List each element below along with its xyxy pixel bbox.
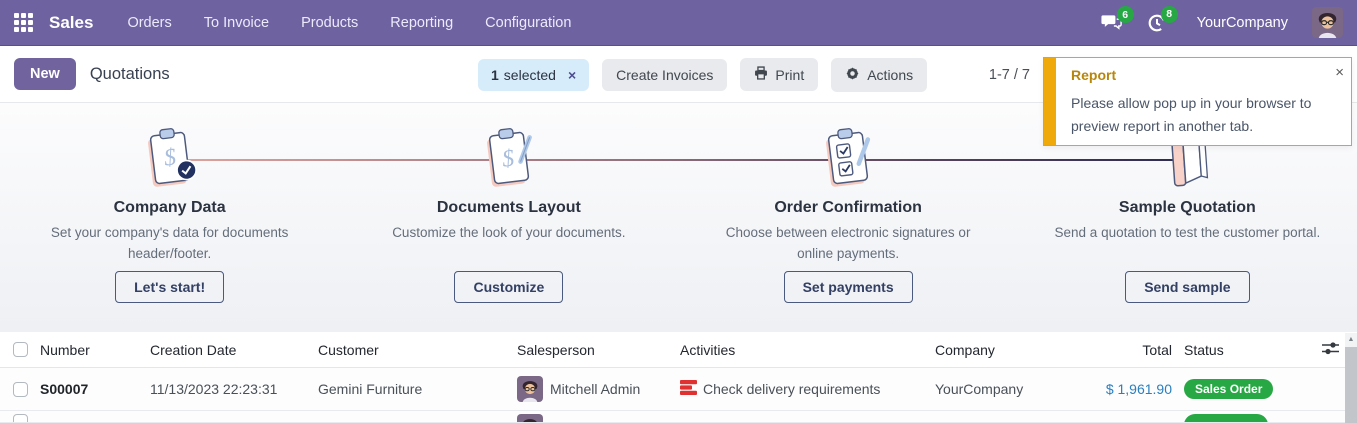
scrollbar-thumb[interactable] xyxy=(1345,347,1357,423)
nav-item-configuration[interactable]: Configuration xyxy=(485,15,571,31)
step-description: Choose between electronic signatures or … xyxy=(712,223,984,265)
cell-number: S00007 xyxy=(40,381,150,397)
vertical-scrollbar[interactable]: ▲ xyxy=(1345,333,1357,423)
user-avatar[interactable] xyxy=(1312,7,1343,38)
set-payments-button[interactable]: Set payments xyxy=(784,271,913,303)
column-header-activities[interactable]: Activities xyxy=(680,342,935,358)
optional-columns-icon[interactable] xyxy=(1322,341,1339,359)
cell-salesperson: Mitchell Admin xyxy=(550,381,640,397)
activities-clock-icon[interactable]: 8 xyxy=(1147,13,1167,33)
new-button[interactable]: New xyxy=(14,58,76,90)
status-badge: Sales Order xyxy=(1184,379,1273,399)
actions-button[interactable]: Actions xyxy=(831,58,927,92)
column-header-total[interactable]: Total xyxy=(1100,342,1172,358)
step-title: Sample Quotation xyxy=(1119,199,1256,217)
column-header-creation-date[interactable]: Creation Date xyxy=(150,342,318,358)
clipboard-dollar-pencil-icon: $ xyxy=(479,125,539,191)
status-badge xyxy=(1184,414,1268,423)
column-header-customer[interactable]: Customer xyxy=(318,342,517,358)
step-description: Set your company's data for documents he… xyxy=(34,223,306,265)
row-checkbox[interactable] xyxy=(13,414,28,423)
step-description: Customize the look of your documents. xyxy=(392,223,625,265)
app-name-sales[interactable]: Sales xyxy=(49,13,93,33)
onboarding-progress-line xyxy=(165,159,1190,161)
top-navbar: Sales Orders To Invoice Products Reporti… xyxy=(0,0,1357,46)
customize-button[interactable]: Customize xyxy=(454,271,563,303)
onboarding-step-order-confirmation: Order Confirmation Choose between electr… xyxy=(679,103,1018,332)
send-sample-button[interactable]: Send sample xyxy=(1125,271,1249,303)
step-title: Order Confirmation xyxy=(774,199,922,217)
create-invoices-label: Create Invoices xyxy=(616,67,713,83)
activity-list-icon[interactable] xyxy=(680,380,697,398)
table-row-s00007[interactable]: S00007 11/13/2023 22:23:31 Gemini Furnit… xyxy=(0,368,1357,411)
clipboard-dollar-check-icon: $ xyxy=(140,125,200,191)
nav-item-to-invoice[interactable]: To Invoice xyxy=(204,15,269,31)
salesperson-avatar xyxy=(517,414,543,423)
cell-creation-date: 11/13/2023 22:23:31 xyxy=(150,381,318,397)
selection-count: 1 xyxy=(491,67,499,83)
column-header-number[interactable]: Number xyxy=(40,342,150,358)
toast-accent-bar xyxy=(1044,58,1056,145)
scroll-up-icon[interactable]: ▲ xyxy=(1345,333,1357,343)
row-checkbox[interactable] xyxy=(13,382,28,397)
pager[interactable]: 1-7 / 7 xyxy=(989,46,1030,103)
selection-label: selected xyxy=(504,67,556,83)
salesperson-avatar xyxy=(517,376,543,402)
toast-message: Please allow pop up in your browser to p… xyxy=(1071,92,1343,137)
actions-label: Actions xyxy=(867,67,913,83)
table-header-row: Number Creation Date Customer Salesperso… xyxy=(0,332,1357,368)
onboarding-step-company-data: $ Company Data Set your company's data f… xyxy=(0,103,339,332)
create-invoices-button[interactable]: Create Invoices xyxy=(602,59,727,91)
cell-total: $ 1,961.90 xyxy=(1100,381,1172,397)
toast-title: Report xyxy=(1071,67,1343,83)
company-switcher[interactable]: YourCompany xyxy=(1197,15,1288,31)
lets-start-button[interactable]: Let's start! xyxy=(115,271,224,303)
quotations-list: Number Creation Date Customer Salesperso… xyxy=(0,332,1357,423)
messages-icon[interactable]: 6 xyxy=(1100,13,1123,32)
page-title-breadcrumb: Quotations xyxy=(90,65,170,84)
gear-icon xyxy=(845,66,860,84)
report-toast: Report Please allow pop up in your brows… xyxy=(1043,57,1352,146)
nav-item-reporting[interactable]: Reporting xyxy=(390,15,453,31)
nav-item-products[interactable]: Products xyxy=(301,15,358,31)
column-header-company[interactable]: Company xyxy=(935,342,1100,358)
main-menu: Orders To Invoice Products Reporting Con… xyxy=(127,15,571,31)
clipboard-checklist-icon xyxy=(818,125,878,191)
clear-selection-icon[interactable]: × xyxy=(568,68,576,82)
selection-badge: 1 selected × xyxy=(478,59,589,91)
step-description: Send a quotation to test the customer po… xyxy=(1055,223,1321,265)
column-header-salesperson[interactable]: Salesperson xyxy=(517,342,680,358)
table-row-partial[interactable] xyxy=(0,411,1357,423)
nav-item-orders[interactable]: Orders xyxy=(127,15,171,31)
printer-icon xyxy=(754,66,768,83)
print-label: Print xyxy=(775,67,804,83)
toast-close-icon[interactable]: × xyxy=(1335,65,1344,80)
step-title: Company Data xyxy=(114,199,226,217)
activities-count-badge: 8 xyxy=(1161,6,1178,23)
select-all-checkbox[interactable] xyxy=(13,342,28,357)
cell-customer: Gemini Furniture xyxy=(318,381,517,397)
apps-grid-icon[interactable] xyxy=(14,13,33,32)
messages-count-badge: 6 xyxy=(1117,6,1134,23)
column-header-status[interactable]: Status xyxy=(1172,342,1322,358)
cell-activity: Check delivery requirements xyxy=(703,381,880,397)
onboarding-step-documents-layout: $ Documents Layout Customize the look of… xyxy=(339,103,678,332)
print-button[interactable]: Print xyxy=(740,58,818,91)
cell-company: YourCompany xyxy=(935,381,1100,397)
step-title: Documents Layout xyxy=(437,199,581,217)
